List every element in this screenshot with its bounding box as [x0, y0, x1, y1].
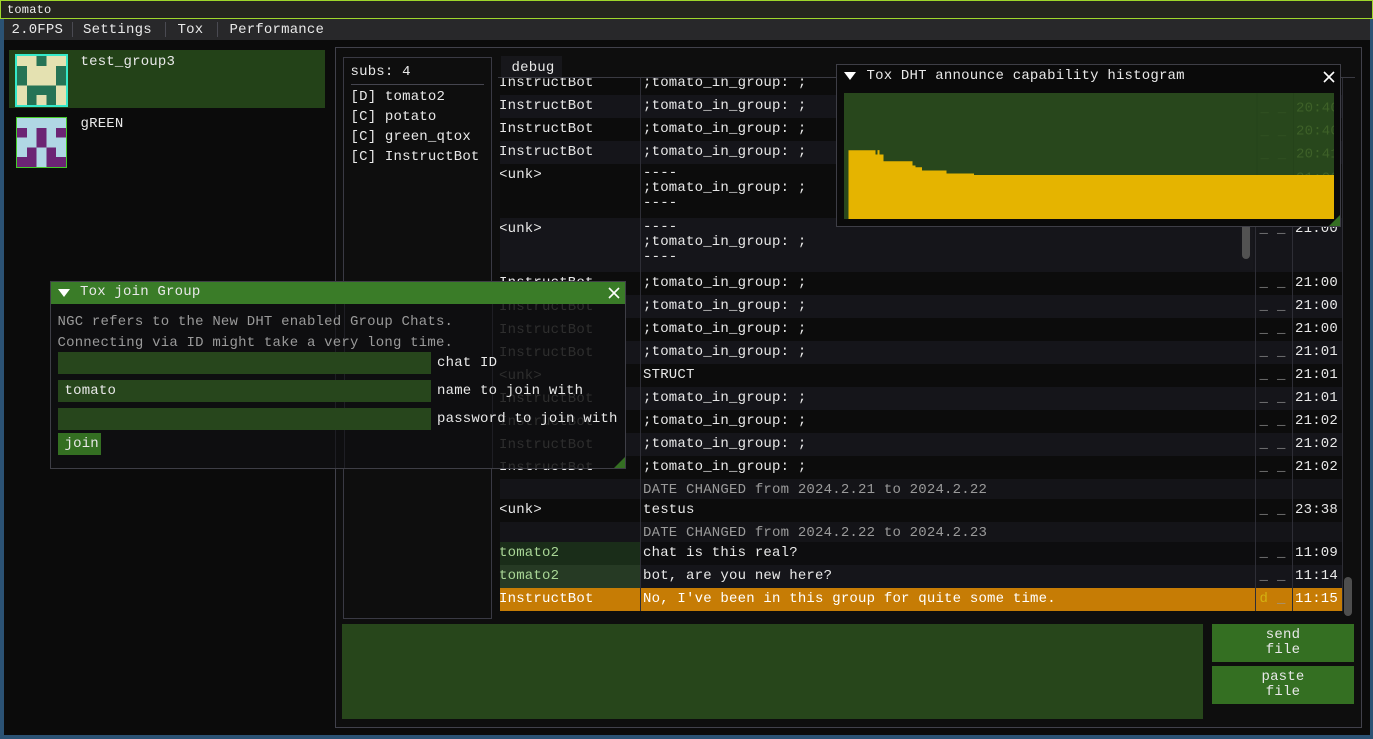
- svg-text:_ _: _ _: [1259, 123, 1286, 139]
- svg-text:20:40: 20:40: [1296, 123, 1334, 139]
- svg-text:_ _: _ _: [1259, 146, 1286, 162]
- svg-text:20:40: 20:40: [1296, 100, 1334, 116]
- svg-text:_ _: _ _: [1259, 100, 1286, 116]
- svg-text:20:41: 20:41: [1296, 146, 1334, 162]
